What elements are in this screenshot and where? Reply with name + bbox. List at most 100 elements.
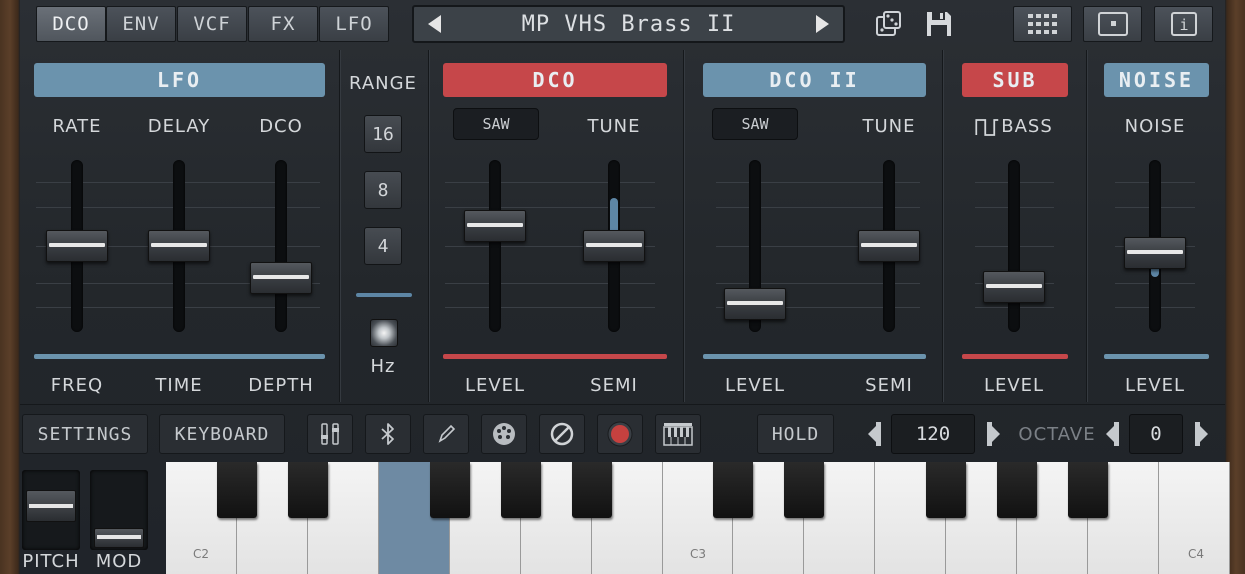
info-glyph: i: [1179, 16, 1188, 34]
mod-label: MOD: [95, 551, 143, 572]
range-4-button[interactable]: 4: [364, 227, 402, 265]
note-label-c2: C2: [193, 547, 210, 561]
divider: [428, 50, 429, 402]
tab-fx[interactable]: FX: [248, 6, 318, 42]
slider-tick-mark: [445, 182, 655, 183]
dco-semi-label: SEMI: [590, 375, 638, 396]
dco2-waveform-button[interactable]: SAW: [712, 108, 798, 140]
tab-lfo[interactable]: LFO: [319, 6, 389, 42]
toolbar-divider: [20, 404, 1225, 405]
dco-waveform-button[interactable]: SAW: [453, 108, 539, 140]
dco-level-slider-track[interactable]: [489, 160, 501, 332]
hz-led-button[interactable]: [370, 319, 398, 347]
info-icon[interactable]: i: [1154, 6, 1213, 42]
sub-level-slider-handle[interactable]: [983, 270, 1045, 303]
dco-tune-slider-handle[interactable]: [583, 230, 645, 262]
range-16-button[interactable]: 16: [364, 115, 402, 153]
synth-app: DCO ENV VCF FX LFO MP VHS Brass II i LFO…: [0, 0, 1245, 574]
lfo-dco-depth-slider-handle[interactable]: [250, 262, 312, 295]
right-arrow-icon[interactable]: [816, 15, 829, 33]
divider: [1086, 50, 1087, 402]
sub-bass-label: BASS: [975, 116, 1053, 137]
range-8-button[interactable]: 8: [364, 171, 402, 209]
divider: [339, 50, 340, 402]
dco2-level-label: LEVEL: [724, 375, 786, 396]
slider-tick-mark: [445, 283, 655, 284]
octave-increase-icon[interactable]: [1194, 420, 1210, 448]
sub-section-header: SUB: [962, 63, 1068, 97]
lfo-section-header: LFO: [34, 63, 325, 97]
dco-section-bar: [443, 354, 667, 359]
black-key[interactable]: [926, 462, 967, 518]
pitch-wheel-thumb[interactable]: [26, 490, 76, 522]
dco2-level-slider-handle[interactable]: [724, 288, 786, 320]
preset-name[interactable]: MP VHS Brass II: [454, 7, 803, 41]
mod-wheel[interactable]: [90, 470, 148, 550]
dco2-section-bar: [703, 354, 926, 359]
noise-level-slider-handle[interactable]: [1124, 236, 1186, 269]
time-label: TIME: [155, 375, 203, 396]
tab-dco[interactable]: DCO: [36, 6, 106, 42]
range-label: RANGE: [349, 73, 417, 94]
settings-button[interactable]: SETTINGS: [22, 414, 148, 454]
black-key[interactable]: [287, 462, 328, 518]
tempo-increase-icon[interactable]: [986, 420, 1002, 448]
palette-icon[interactable]: [481, 414, 527, 454]
slider-tick-mark: [445, 307, 655, 308]
dco2-section-header: DCO II: [703, 63, 926, 97]
range-indicator-bar: [356, 293, 412, 297]
slider-tick-mark: [445, 207, 655, 208]
mixer-sliders-icon[interactable]: [307, 414, 353, 454]
octave-decrease-icon[interactable]: [1104, 420, 1120, 448]
black-key[interactable]: [571, 462, 612, 518]
dco-level-slider-handle[interactable]: [464, 210, 526, 243]
dco2-tune-slider-handle[interactable]: [858, 230, 920, 262]
tempo-value[interactable]: 120: [891, 414, 975, 454]
left-arrow-icon[interactable]: [428, 15, 441, 33]
depth-label: DEPTH: [248, 375, 314, 396]
pitch-label: PITCH: [22, 551, 80, 572]
black-key[interactable]: [784, 462, 825, 518]
pitch-wheel[interactable]: [22, 470, 80, 550]
note-label-c3: C3: [690, 547, 707, 561]
noise-section-bar: [1104, 354, 1209, 359]
dco2-tune-label: TUNE: [862, 116, 916, 137]
dco-tune-label: TUNE: [587, 116, 641, 137]
square-wave-icon: [975, 118, 999, 136]
black-key[interactable]: [1068, 462, 1109, 518]
dco2-semi-label: SEMI: [865, 375, 913, 396]
piano-keys-icon[interactable]: [655, 414, 701, 454]
octave-value[interactable]: 0: [1129, 414, 1183, 454]
noise-section-header: NOISE: [1104, 63, 1209, 97]
divider: [942, 50, 943, 402]
hz-label: Hz: [370, 356, 396, 377]
noise-level-label: LEVEL: [1124, 375, 1186, 396]
pen-icon[interactable]: [423, 414, 469, 454]
record-icon[interactable]: [597, 414, 643, 454]
divider: [683, 50, 684, 402]
black-key[interactable]: [216, 462, 257, 518]
tab-env[interactable]: ENV: [106, 6, 176, 42]
floppy-disk-icon[interactable]: [921, 6, 957, 42]
dco-section-header: DCO: [443, 63, 667, 97]
disable-icon[interactable]: [539, 414, 585, 454]
keyboard-button[interactable]: KEYBOARD: [159, 414, 285, 454]
lfo-rate-slider-handle[interactable]: [46, 230, 108, 262]
mod-wheel-thumb[interactable]: [94, 528, 144, 548]
hold-button[interactable]: HOLD: [757, 414, 834, 454]
black-key[interactable]: [500, 462, 541, 518]
lfo-dco-depth-slider-track[interactable]: [275, 160, 287, 332]
tab-vcf[interactable]: VCF: [177, 6, 247, 42]
dice-icon[interactable]: [871, 6, 907, 42]
note-label-c4: C4: [1188, 547, 1205, 561]
black-key[interactable]: [713, 462, 754, 518]
black-key[interactable]: [997, 462, 1038, 518]
bluetooth-icon[interactable]: [365, 414, 411, 454]
lfo-delay-slider-handle[interactable]: [148, 230, 210, 262]
tempo-decrease-icon[interactable]: [866, 420, 882, 448]
window-icon[interactable]: [1083, 6, 1142, 42]
sub-level-label: LEVEL: [983, 375, 1045, 396]
keypad-grid-icon[interactable]: [1013, 6, 1072, 42]
black-key[interactable]: [429, 462, 470, 518]
sub-level-slider-track[interactable]: [1008, 160, 1020, 332]
